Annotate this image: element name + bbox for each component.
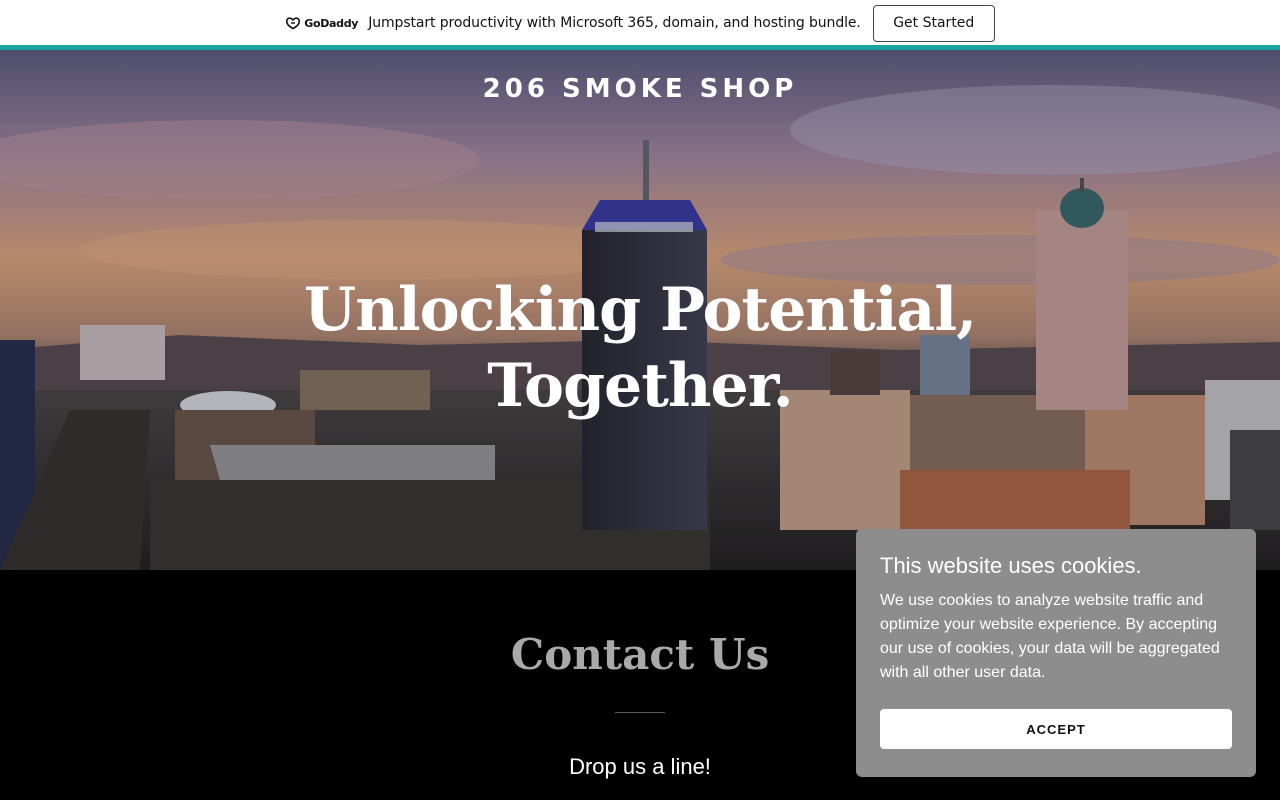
cookie-body: We use cookies to analyze website traffi… (880, 592, 1220, 681)
site-title[interactable]: 206 SMOKE SHOP (0, 74, 1280, 104)
godaddy-logo[interactable]: GoDaddy (285, 16, 358, 30)
hero-headline-line2: Together. (487, 351, 793, 421)
hero-headline: Unlocking Potential, Together. (0, 272, 1280, 424)
godaddy-wordmark: GoDaddy (304, 16, 359, 30)
promo-text: Jumpstart productivity with Microsoft 36… (368, 15, 861, 31)
accept-cookies-button[interactable]: ACCEPT (880, 709, 1232, 749)
promo-bar: GoDaddy Jumpstart productivity with Micr… (0, 0, 1280, 46)
get-started-button[interactable]: Get Started (872, 4, 995, 42)
hero-headline-line1: Unlocking Potential, (303, 275, 977, 345)
cookie-banner: This website uses cookies. We use cookie… (856, 529, 1256, 777)
cookie-title: This website uses cookies. (880, 553, 1142, 578)
godaddy-icon (286, 17, 301, 30)
section-divider (615, 712, 665, 713)
hero-section: 206 SMOKE SHOP Unlocking Potential, Toge… (0, 50, 1280, 570)
